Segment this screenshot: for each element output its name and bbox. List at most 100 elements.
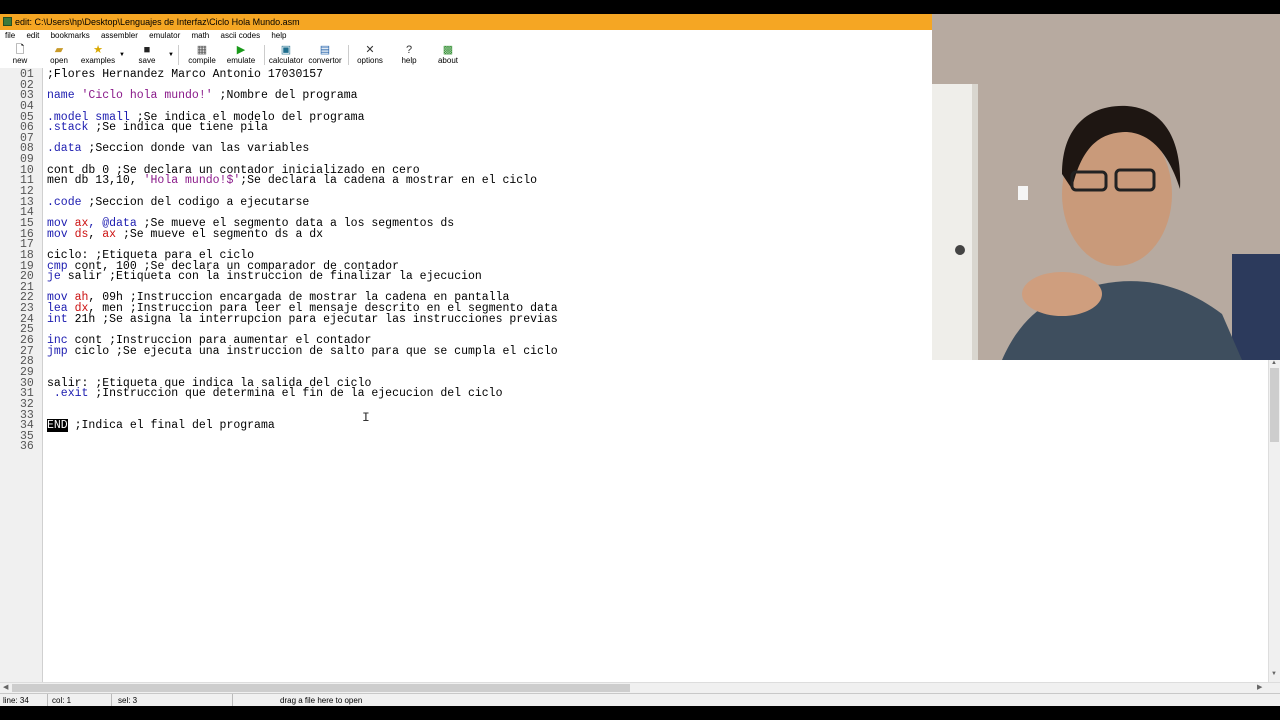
text-cursor-icon: I bbox=[362, 410, 370, 425]
code-line[interactable]: 01 ;Flores Hernandez Marco Antonio 170301… bbox=[20, 69, 558, 81]
toolbar-separator bbox=[348, 45, 349, 65]
code-token: ;Etiqueta con la instruccion de finaliza… bbox=[102, 270, 482, 284]
play-icon: ▶ bbox=[236, 44, 246, 56]
menu-emulator[interactable]: emulator bbox=[149, 31, 180, 40]
status-col: col: 1 bbox=[49, 694, 112, 706]
code-token: 'Ciclo hola mundo!' bbox=[81, 89, 213, 103]
code-line[interactable]: 13 .code ;Seccion del codigo a ejecutarse bbox=[20, 195, 558, 209]
vertical-scroll-thumb[interactable] bbox=[1270, 368, 1279, 442]
code-token: ciclo bbox=[74, 344, 110, 358]
scroll-left-icon[interactable]: ◀ bbox=[3, 683, 8, 691]
line-number: 36 bbox=[20, 440, 34, 454]
save-button[interactable]: ■ save bbox=[127, 44, 167, 66]
menu-file[interactable]: file bbox=[5, 31, 15, 40]
code-line[interactable]: 03 name 'Ciclo hola mundo!' ;Nombre del p… bbox=[20, 89, 558, 102]
code-token: .code bbox=[47, 195, 82, 209]
emulate-button[interactable]: ▶ emulate bbox=[221, 44, 261, 66]
code-line[interactable]: 35 bbox=[20, 431, 558, 443]
toolbar: 🗋 new ▰ open ★ examples ▼ ■ save ▼ ▦ com… bbox=[0, 42, 932, 69]
code-line[interactable]: 36 bbox=[20, 440, 558, 454]
scroll-down-icon[interactable]: ▼ bbox=[1271, 671, 1277, 677]
options-button[interactable]: ✕ options bbox=[350, 44, 390, 66]
code-text: name 'Ciclo hola mundo!' ;Nombre del pro… bbox=[47, 89, 358, 102]
convertor-button[interactable]: ▤ convertor bbox=[305, 44, 345, 66]
code-text: jmp ciclo ;Se ejecuta una instruccion de… bbox=[47, 345, 558, 358]
tools-icon: ✕ bbox=[365, 44, 375, 56]
code-token: ;Seccion del codigo a ejecutarse bbox=[81, 195, 310, 209]
status-hint: drag a file here to open bbox=[280, 696, 363, 705]
code-line[interactable]: 20 je salir ;Etiqueta con la instruccion … bbox=[20, 270, 558, 283]
vertical-scrollbar[interactable]: ▲ ▼ bbox=[1268, 360, 1280, 682]
code-token: ;Se indica que tiene pila bbox=[88, 121, 268, 135]
code-line[interactable]: 06 .stack ;Se indica que tiene pila bbox=[20, 121, 558, 135]
code-line[interactable]: 24 int 21h ;Se asigna la interrupcion par… bbox=[20, 313, 558, 326]
convertor-icon: ▤ bbox=[319, 44, 331, 56]
calculator-button[interactable]: ▣ calculator bbox=[266, 44, 306, 66]
code-line[interactable]: 11 men db 13,10, 'Hola mundo!$';Se declar… bbox=[20, 174, 558, 187]
code-text: END ;Indica el final del programa bbox=[47, 419, 275, 433]
scroll-up-icon[interactable]: ▲ bbox=[1271, 360, 1277, 366]
code-text: .data ;Seccion donde van las variables bbox=[47, 142, 309, 155]
calculator-icon: ▣ bbox=[280, 44, 292, 56]
horizontal-scrollbar[interactable]: ◀ ▶ bbox=[0, 682, 1280, 693]
compile-button[interactable]: ▦ compile bbox=[182, 44, 222, 66]
window-titlebar: edit: C:\Users\hp\Desktop\Lenguajes de I… bbox=[0, 14, 932, 30]
examples-button[interactable]: ★ examples bbox=[78, 44, 118, 66]
compile-icon: ▦ bbox=[196, 44, 208, 56]
code-token: , bbox=[88, 227, 103, 241]
help-button[interactable]: ? help bbox=[389, 44, 429, 66]
code-token: ;Seccion donde van las variables bbox=[81, 142, 310, 156]
code-token: ax bbox=[102, 227, 117, 241]
save-dropdown-icon[interactable]: ▼ bbox=[168, 52, 174, 58]
menu-help[interactable]: help bbox=[271, 31, 286, 40]
code-line[interactable]: 27 jmp ciclo ;Se ejecuta una instruccion … bbox=[20, 345, 558, 358]
window-title: edit: C:\Users\hp\Desktop\Lenguajes de I… bbox=[15, 17, 300, 27]
menu-assembler[interactable]: assembler bbox=[101, 31, 138, 40]
code-text: .exit ;Instruccion que determina el fin … bbox=[47, 387, 503, 400]
open-button[interactable]: ▰ open bbox=[39, 44, 79, 66]
menu-bookmarks[interactable]: bookmarks bbox=[51, 31, 90, 40]
code-line[interactable]: 34 END ;Indica el final del programa bbox=[20, 419, 558, 433]
code-text: je salir ;Etiqueta con la instruccion de… bbox=[47, 270, 482, 283]
code-token: mov bbox=[47, 227, 75, 241]
menu-bar: file edit bookmarks assembler emulator m… bbox=[0, 30, 932, 42]
code-token: .data bbox=[47, 142, 82, 156]
code-line[interactable]: 31 .exit ;Instruccion que determina el f… bbox=[20, 387, 558, 400]
examples-dropdown-icon[interactable]: ▼ bbox=[119, 52, 125, 58]
folder-open-icon: ▰ bbox=[54, 44, 64, 56]
code-token: ;Se declara la cadena a mostrar en el ci… bbox=[240, 174, 537, 188]
menu-edit[interactable]: edit bbox=[26, 31, 39, 40]
code-token: ;Se asigna la interrupcion para ejecutar… bbox=[95, 312, 558, 326]
about-button[interactable]: ▩ about bbox=[428, 44, 468, 66]
webcam-image bbox=[932, 14, 1280, 360]
menu-ascii-codes[interactable]: ascii codes bbox=[221, 31, 261, 40]
code-token: ;Nombre del programa bbox=[212, 89, 358, 103]
code-token: 'Hola mundo!$' bbox=[143, 174, 241, 188]
code-text: men db 13,10, 'Hola mundo!$';Se declara … bbox=[47, 174, 537, 187]
code-text: int 21h ;Se asigna la interrupcion para … bbox=[47, 313, 558, 326]
floppy-disk-icon: ■ bbox=[143, 44, 151, 56]
code-line[interactable]: 16 mov ds, ax ;Se mueve el segmento ds a … bbox=[20, 227, 558, 241]
code-line[interactable]: 32 bbox=[20, 399, 558, 411]
code-token: ;Se ejecuta una instruccion de salto par… bbox=[109, 344, 558, 358]
new-button[interactable]: 🗋 new bbox=[0, 44, 40, 66]
code-token: ;Instruccion que determina el fin de la … bbox=[88, 387, 503, 401]
status-bar: line: 34 col: 1 sel: 3 drag a file here … bbox=[0, 693, 1280, 706]
scroll-right-icon[interactable]: ▶ bbox=[1257, 683, 1262, 691]
status-sel: sel: 3 bbox=[115, 694, 233, 706]
code-token: 21h bbox=[74, 312, 96, 326]
selected-token: END bbox=[47, 419, 68, 433]
star-icon: ★ bbox=[93, 44, 103, 56]
code-line[interactable]: 28 bbox=[20, 356, 558, 368]
code-token: je bbox=[47, 270, 68, 284]
bottom-black-bar bbox=[0, 706, 1280, 720]
code-lines[interactable]: 01 ;Flores Hernandez Marco Antonio 170301… bbox=[20, 69, 558, 454]
app-icon bbox=[3, 17, 12, 26]
code-token: ;Se mueve el segmento ds a dx bbox=[116, 227, 324, 241]
status-line: line: 34 bbox=[0, 694, 48, 706]
code-token: ;Indica el final del programa bbox=[67, 419, 275, 433]
code-token: jmp bbox=[47, 344, 75, 358]
horizontal-scroll-thumb[interactable] bbox=[12, 684, 630, 692]
menu-math[interactable]: math bbox=[191, 31, 209, 40]
code-line[interactable]: 08 .data ;Seccion donde van las variables bbox=[20, 142, 558, 155]
